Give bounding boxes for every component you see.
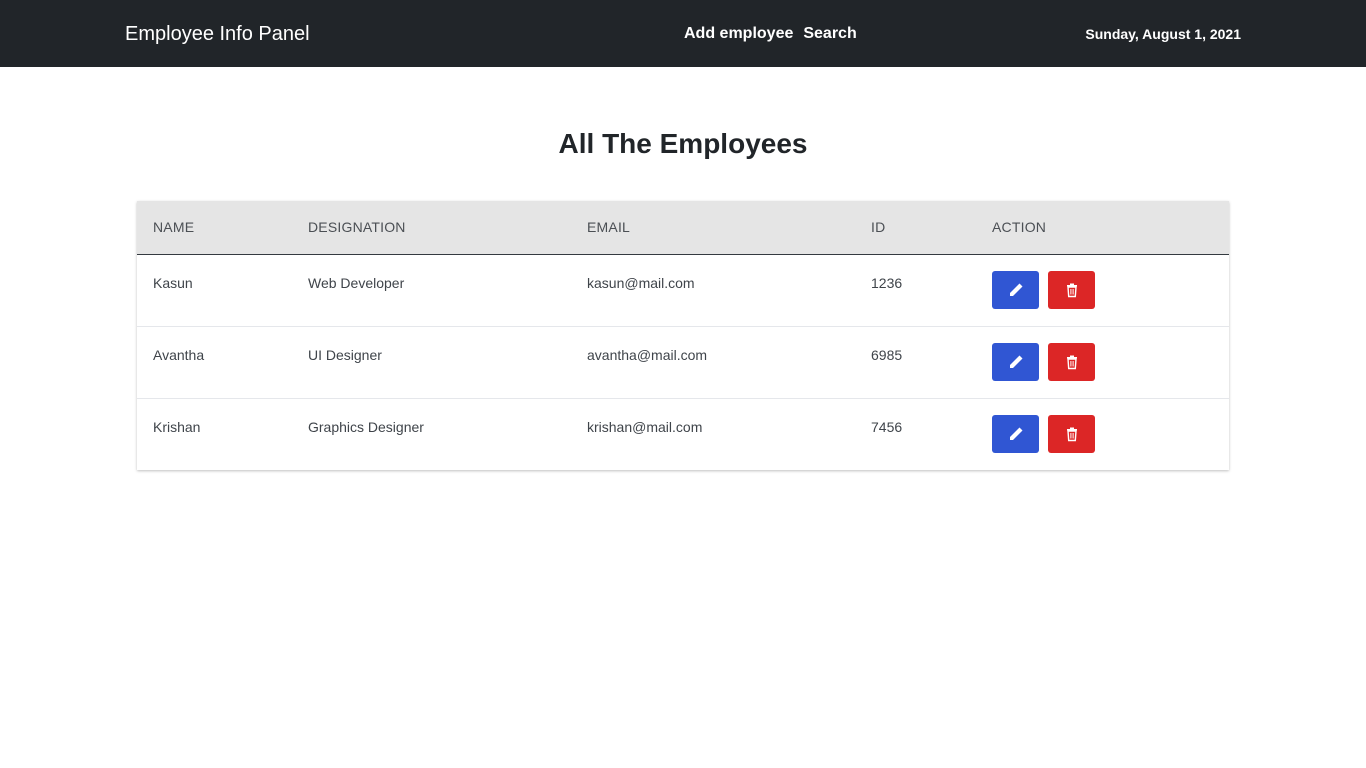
cell-name: Kasun (153, 274, 193, 291)
edit-button[interactable] (992, 414, 1039, 453)
edit-button[interactable] (992, 270, 1039, 309)
pencil-icon (1009, 283, 1022, 296)
cell-designation: Graphics Designer (308, 418, 424, 435)
delete-button[interactable] (1048, 270, 1095, 309)
page-title: All The Employees (558, 128, 808, 159)
column-header-email: EMAIL (571, 201, 855, 255)
cell-designation: Web Developer (308, 274, 405, 291)
nav-links: Add employee Search (684, 23, 857, 45)
table-row: Kasun Web Developer kasun@mail.com 1236 (137, 254, 1229, 326)
brand-title[interactable]: Employee Info Panel (125, 20, 310, 48)
cell-id: 7456 (871, 418, 903, 435)
cell-actions (976, 326, 1229, 398)
cell-name: Avantha (153, 346, 205, 363)
employee-table: NAME DESIGNATION EMAIL ID ACTION Kasun W… (137, 201, 1229, 470)
column-header-designation: DESIGNATION (292, 201, 571, 255)
cell-id: 6985 (871, 346, 903, 363)
nav-add-employee-link[interactable]: Add employee (684, 23, 793, 45)
cell-actions (976, 398, 1229, 470)
edit-button[interactable] (992, 342, 1039, 381)
cell-id: 1236 (871, 274, 903, 291)
pencil-icon (1009, 427, 1022, 440)
cell-email: avantha@mail.com (587, 346, 708, 363)
trash-icon (1066, 427, 1077, 441)
delete-button[interactable] (1048, 342, 1095, 381)
cell-email: krishan@mail.com (587, 418, 703, 435)
current-date: Sunday, August 1, 2021 (1085, 26, 1241, 42)
trash-icon (1066, 283, 1077, 297)
pencil-icon (1009, 355, 1022, 368)
cell-actions (976, 254, 1229, 326)
employee-table-card: NAME DESIGNATION EMAIL ID ACTION Kasun W… (137, 201, 1229, 470)
cell-name: Krishan (153, 418, 201, 435)
trash-icon (1066, 355, 1077, 369)
column-header-name: NAME (137, 201, 292, 255)
table-row: Avantha UI Designer avantha@mail.com 698… (137, 326, 1229, 398)
nav-search-link[interactable]: Search (803, 23, 856, 45)
navbar: Employee Info Panel Add employee Search … (0, 0, 1366, 67)
table-row: Krishan Graphics Designer krishan@mail.c… (137, 398, 1229, 470)
column-header-action: ACTION (976, 201, 1229, 255)
column-header-id: ID (855, 201, 976, 255)
delete-button[interactable] (1048, 414, 1095, 453)
cell-email: kasun@mail.com (587, 274, 695, 291)
table-header-row: NAME DESIGNATION EMAIL ID ACTION (137, 201, 1229, 255)
cell-designation: UI Designer (308, 346, 382, 363)
